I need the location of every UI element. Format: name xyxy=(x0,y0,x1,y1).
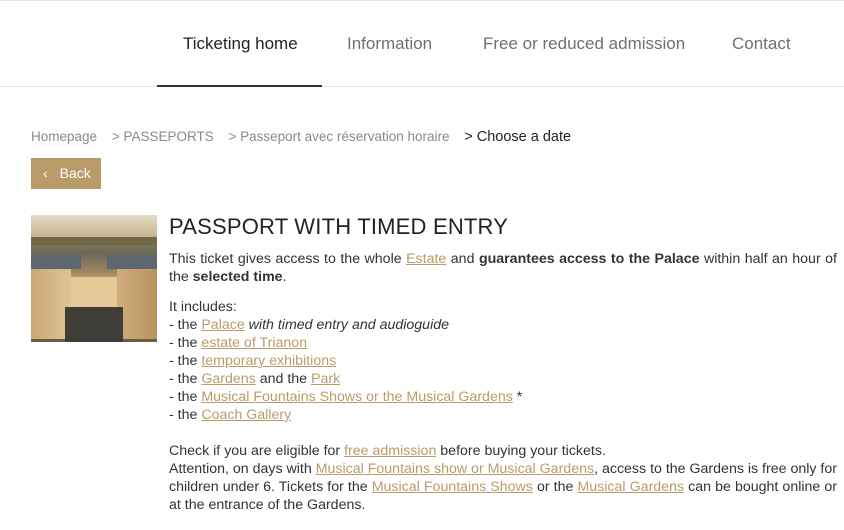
include-item: - the Musical Fountains Shows or the Mus… xyxy=(169,389,523,405)
link-musical-gardens[interactable]: Musical Gardens xyxy=(577,479,684,495)
link-coach-gallery[interactable]: Coach Gallery xyxy=(201,407,291,423)
back-button[interactable]: ‹ Back xyxy=(31,158,101,189)
active-tab-indicator xyxy=(157,85,322,87)
breadcrumb-passeport-reservation[interactable]: > Passeport avec réservation horaire xyxy=(229,129,450,144)
include-item: - the Coach Gallery xyxy=(169,407,292,423)
main-navigation: Ticketing home Information Free or reduc… xyxy=(0,1,844,87)
include-item: - the temporary exhibitions xyxy=(169,353,337,369)
link-musical-fountains-gardens[interactable]: Musical Fountains Shows or the Musical G… xyxy=(201,389,512,405)
breadcrumb-passeports[interactable]: > PASSEPORTS xyxy=(112,129,214,144)
attention-note: Attention, on days with Musical Fountain… xyxy=(169,461,837,513)
link-temporary-exhibitions[interactable]: temporary exhibitions xyxy=(201,353,336,369)
nav-free-reduced-admission[interactable]: Free or reduced admission xyxy=(483,1,685,86)
product-image xyxy=(31,215,157,342)
chevron-left-icon: ‹ xyxy=(43,165,48,181)
back-button-label: Back xyxy=(59,165,91,181)
link-gardens[interactable]: Gardens xyxy=(201,371,255,387)
include-item: - the estate of Trianon xyxy=(169,335,308,351)
eligibility-note: Check if you are eligible for free admis… xyxy=(169,443,606,459)
link-estate[interactable]: Estate xyxy=(406,251,446,267)
include-item: - the Gardens and the Park xyxy=(169,371,341,387)
link-musical-fountains-shows[interactable]: Musical Fountains Shows xyxy=(372,479,533,495)
link-park[interactable]: Park xyxy=(311,371,340,387)
breadcrumb-homepage[interactable]: Homepage xyxy=(31,129,97,144)
link-free-admission[interactable]: free admission xyxy=(344,443,436,459)
nav-ticketing-home[interactable]: Ticketing home xyxy=(183,1,298,86)
breadcrumb: Homepage > PASSEPORTS > Passeport avec r… xyxy=(31,129,582,145)
product-title: PASSPORT WITH TIMED ENTRY xyxy=(169,214,509,239)
product-description: This ticket gives access to the whole Es… xyxy=(169,250,837,514)
intro-paragraph: This ticket gives access to the whole Es… xyxy=(169,251,837,285)
link-palace[interactable]: Palace xyxy=(201,317,244,333)
includes-label: It includes: xyxy=(169,299,237,315)
include-item: - the Palace with timed entry and audiog… xyxy=(169,317,450,333)
nav-information[interactable]: Information xyxy=(347,1,432,86)
breadcrumb-current: > Choose a date xyxy=(464,129,572,145)
link-musical-fountains-show[interactable]: Musical Fountains show or Musical Garden… xyxy=(316,461,594,477)
nav-contact[interactable]: Contact xyxy=(732,1,791,86)
link-estate-of-trianon[interactable]: estate of Trianon xyxy=(201,335,307,351)
